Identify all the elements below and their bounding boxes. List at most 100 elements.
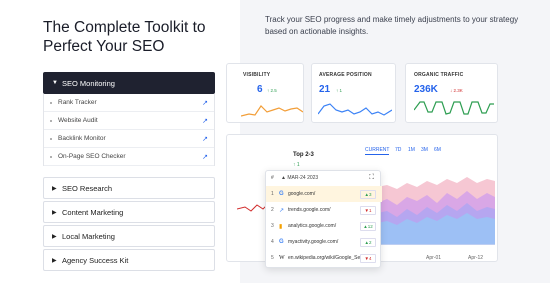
rank-change-value: 3	[368, 191, 372, 197]
popup-date: ▲ MAR-24 2023	[281, 175, 319, 181]
rank-change-badge: ▼ 1	[360, 205, 376, 215]
accordion-label: Agency Success Kit	[62, 255, 129, 265]
external-arrow-icon: ↗	[202, 99, 208, 107]
row-url: trends.google.com/	[288, 207, 331, 213]
rank-change-value: 4	[368, 255, 372, 261]
analytics-icon: ▮	[279, 223, 283, 230]
bullet-icon	[50, 119, 52, 122]
accordion-local-marketing: ▶ Local Marketing	[43, 225, 215, 247]
group-delta-value: 1	[296, 162, 300, 168]
row-number: 2	[271, 207, 274, 213]
organic-traffic-sparkline	[414, 101, 494, 115]
tab-current[interactable]: CURRENT	[365, 147, 390, 155]
metric-value: 236K	[414, 84, 438, 95]
submenu-item-website-audit[interactable]: Website Audit ↗	[44, 112, 214, 130]
accordion-content-marketing: ▶ Content Marketing	[43, 201, 215, 223]
visibility-sparkline	[241, 105, 303, 117]
chevron-right-icon: ▶	[52, 233, 57, 240]
metric-delta: ↑ 1	[336, 88, 343, 93]
tab-7d[interactable]: 7D	[395, 147, 401, 153]
accordion-seo-research: ▶ SEO Research	[43, 177, 215, 199]
row-number: 5	[271, 255, 274, 261]
trends-icon: ↗	[279, 207, 285, 214]
google-icon: G	[279, 239, 284, 245]
accordion-header-seo-monitoring[interactable]: ▼ SEO Monitoring	[43, 72, 215, 94]
accordion-label: Content Marketing	[62, 207, 124, 217]
x-tick: Apr-01	[426, 255, 442, 261]
metric-title: VISIBILITY	[243, 72, 271, 78]
metric-card-average-position: AVERAGE POSITION 21 ↑ 1	[311, 63, 396, 123]
rank-change-value: 2	[368, 239, 372, 245]
metric-title: AVERAGE POSITION	[319, 72, 372, 78]
row-url: google.com/	[288, 191, 316, 197]
average-position-sparkline	[318, 103, 392, 116]
tab-6m[interactable]: 6M	[434, 147, 441, 153]
rank-change-value: 1	[368, 207, 372, 213]
submenu-item-on-page-seo-checker[interactable]: On-Page SEO Checker ↗	[44, 148, 214, 166]
x-tick: Apr-12	[468, 255, 484, 261]
tab-3m[interactable]: 3M	[421, 147, 428, 153]
submenu-item-backlink-monitor[interactable]: Backlink Monitor ↗	[44, 130, 214, 148]
wikipedia-icon: W	[279, 255, 285, 261]
popup-hash: #	[271, 175, 274, 181]
accordion-header-agency-success-kit[interactable]: ▶ Agency Success Kit	[43, 249, 215, 271]
metric-value: 6	[257, 84, 263, 95]
metric-delta: ↓ 2.3K	[450, 88, 463, 93]
row-number: 1	[271, 191, 274, 197]
group-label: Top 2-3	[293, 152, 314, 158]
accordion-label: Local Marketing	[62, 231, 115, 241]
bullet-icon	[50, 101, 52, 104]
rank-change-badge: ▼ 4	[360, 253, 376, 263]
group-delta: ↑ 1	[293, 162, 300, 168]
accordion-header-content-marketing[interactable]: ▶ Content Marketing	[43, 201, 215, 223]
accordion-label: SEO Research	[62, 183, 113, 193]
submenu: Rank Tracker ↗ Website Audit ↗ Backlink …	[43, 94, 215, 166]
left-panel: The Complete Toolkit to Perfect Your SEO…	[0, 0, 240, 283]
rank-change-badge: ▲ 12	[360, 221, 376, 231]
metric-delta-value: 2.5	[270, 88, 277, 93]
submenu-label: On-Page SEO Checker	[58, 153, 126, 160]
bullet-icon	[50, 155, 52, 158]
metric-delta-value: 1	[339, 88, 343, 93]
submenu-item-rank-tracker[interactable]: Rank Tracker ↗	[44, 94, 214, 112]
accordion-seo-monitoring: ▼ SEO Monitoring Rank Tracker ↗ Website …	[43, 72, 215, 166]
submenu-label: Rank Tracker	[58, 99, 97, 106]
page-title: The Complete Toolkit to Perfect Your SEO	[43, 19, 206, 55]
metric-delta-value: 2.3K	[453, 88, 463, 93]
chevron-right-icon: ▶	[52, 209, 57, 216]
row-url: analytics.google.com/	[288, 223, 337, 229]
submenu-label: Website Audit	[58, 117, 98, 124]
popup-row[interactable]: 5 W en.wikipedia.org/wiki/Google_Se... ▼…	[266, 250, 382, 266]
metric-title: ORGANIC TRAFFIC	[414, 72, 464, 78]
tab-1m[interactable]: 1M	[408, 147, 415, 153]
rank-change-badge: ▲ 2	[360, 237, 376, 247]
ranking-popup: # ▲ MAR-24 2023 ⛶ 1 G google.com/ ▲ 3 2 ↗…	[265, 170, 382, 268]
popup-row[interactable]: 2 ↗ trends.google.com/ ▼ 1	[266, 202, 382, 218]
accordion-agency-success-kit: ▶ Agency Success Kit	[43, 249, 215, 271]
metric-card-organic-traffic: ORGANIC TRAFFIC 236K ↓ 2.3K	[405, 63, 498, 123]
intro-text: Track your SEO progress and make timely …	[265, 15, 519, 36]
row-url: en.wikipedia.org/wiki/Google_Se...	[288, 255, 360, 261]
row-number: 3	[271, 223, 274, 229]
row-number: 4	[271, 239, 274, 245]
popup-row[interactable]: 4 G myactivity.google.com/ ▲ 2	[266, 234, 382, 250]
google-icon: G	[279, 191, 284, 197]
metric-card-visibility: VISIBILITY 6 ↑ 2.5	[226, 63, 304, 123]
submenu-label: Backlink Monitor	[58, 135, 106, 142]
popup-date-value: MAR-24 2023	[287, 175, 319, 181]
accordion-header-local-marketing[interactable]: ▶ Local Marketing	[43, 225, 215, 247]
metric-delta: ↑ 2.5	[267, 88, 277, 93]
accordion-label: SEO Monitoring	[62, 78, 115, 88]
expand-icon[interactable]: ⛶	[369, 174, 374, 182]
stacked-area-chart	[377, 177, 495, 245]
chevron-down-icon: ▼	[52, 80, 58, 86]
bullet-icon	[50, 137, 52, 140]
chevron-right-icon: ▶	[52, 257, 57, 264]
chevron-right-icon: ▶	[52, 185, 57, 192]
row-url: myactivity.google.com/	[288, 239, 339, 245]
external-arrow-icon: ↗	[202, 117, 208, 125]
accordion-header-seo-research[interactable]: ▶ SEO Research	[43, 177, 215, 199]
external-arrow-icon: ↗	[202, 153, 208, 161]
popup-row[interactable]: 3 ▮ analytics.google.com/ ▲ 12	[266, 218, 382, 234]
popup-row[interactable]: 1 G google.com/ ▲ 3	[266, 186, 382, 202]
